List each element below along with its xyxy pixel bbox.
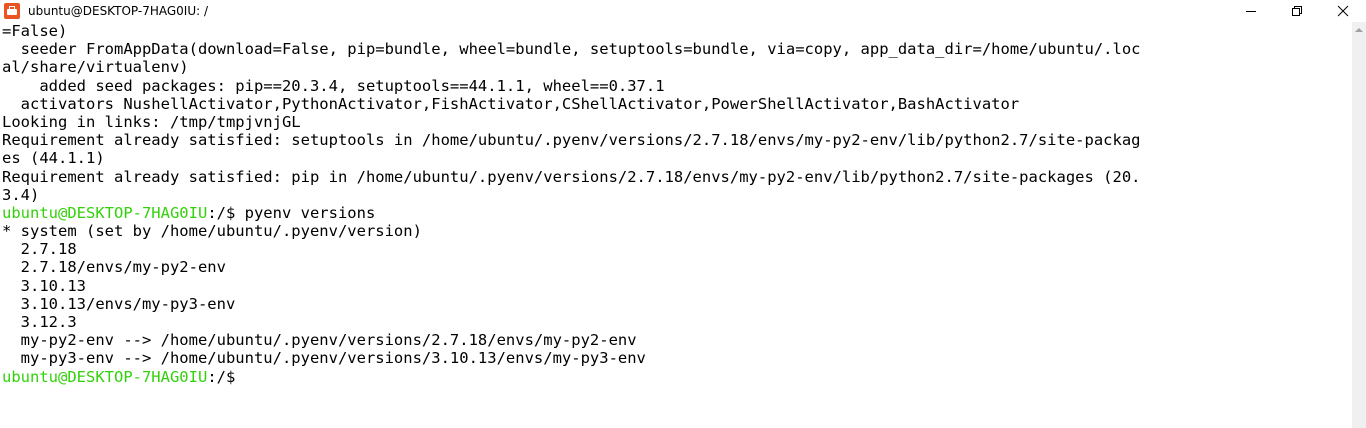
output-line: 3.4) — [2, 185, 40, 204]
command-text: pyenv versions — [244, 203, 376, 222]
output-line: 3.10.13 — [2, 276, 86, 295]
ubuntu-terminal-icon[interactable] — [4, 3, 20, 19]
close-icon — [1337, 5, 1349, 17]
output-line: added seed packages: pip==20.3.4, setupt… — [2, 76, 665, 95]
output-line: Requirement already satisfied: pip in /h… — [2, 167, 1141, 186]
output-line: es (44.1.1) — [2, 149, 105, 168]
restore-icon — [1292, 6, 1302, 16]
output-line: Requirement already satisfied: setuptool… — [2, 131, 1141, 150]
minimize-button[interactable] — [1228, 0, 1274, 22]
output-line: activators NushellActivator,PythonActiva… — [2, 94, 1020, 113]
output-line: my-py3-env --> /home/ubuntu/.pyenv/versi… — [2, 349, 646, 368]
prompt-path: :/$ — [207, 203, 245, 222]
output-line: 3.10.13/envs/my-py3-env — [2, 294, 236, 313]
prompt-line: ubuntu@DESKTOP-7HAG0IU:/$ pyenv versions — [2, 204, 1352, 222]
output-line: al/share/virtualenv) — [2, 58, 189, 77]
title-bar[interactable]: ubuntu@DESKTOP-7HAG0IU: / — [0, 0, 1366, 22]
window-title: ubuntu@DESKTOP-7HAG0IU: / — [28, 4, 209, 18]
restore-button[interactable] — [1274, 0, 1320, 22]
minimize-icon — [1246, 11, 1256, 12]
output-line: * system (set by /home/ubuntu/.pyenv/ver… — [2, 222, 422, 241]
prompt-user-host: ubuntu@DESKTOP-7HAG0IU — [2, 203, 208, 222]
terminal-output[interactable]: =False) seeder FromAppData(download=Fals… — [0, 22, 1352, 428]
output-line: seeder FromAppData(download=False, pip=b… — [2, 40, 1141, 59]
vertical-scrollbar[interactable] — [1352, 22, 1366, 428]
prompt-path: :/$ — [207, 367, 236, 386]
output-line: my-py2-env --> /home/ubuntu/.pyenv/versi… — [2, 331, 637, 350]
output-line: Looking in links: /tmp/tmpjvnjGL — [2, 112, 301, 131]
prompt-line: ubuntu@DESKTOP-7HAG0IU:/$ — [2, 368, 1352, 386]
output-line: =False) — [2, 22, 68, 40]
output-line: 2.7.18/envs/my-py2-env — [2, 258, 226, 277]
close-button[interactable] — [1320, 0, 1366, 22]
prompt-user-host: ubuntu@DESKTOP-7HAG0IU — [2, 367, 208, 386]
output-line: 3.12.3 — [2, 313, 77, 331]
scroll-up-arrow-icon[interactable] — [1355, 28, 1363, 32]
terminal-text: =False) seeder FromAppData(download=Fals… — [0, 22, 1352, 386]
terminal-window: ubuntu@DESKTOP-7HAG0IU: / =False) seeder… — [0, 0, 1366, 428]
output-line: 2.7.18 — [2, 240, 77, 259]
